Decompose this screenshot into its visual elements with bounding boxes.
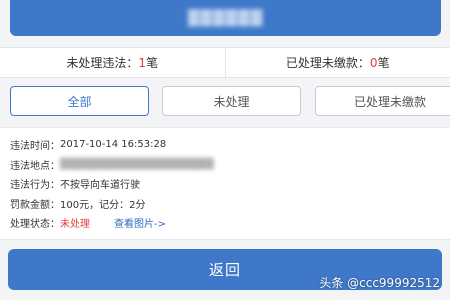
filter-tabs: 全部 未处理 已处理未缴款 (0, 86, 450, 116)
watermark: 头条 @ccc99992512 (319, 276, 440, 290)
summary-unhandled-label: 未处理违法： (66, 56, 139, 70)
record-status-value: 未处理 (60, 219, 90, 231)
record-action-row: 违法行为： 不按导向车道行驶 (10, 174, 450, 194)
violation-query-page: ▓▓▓▓▓▓ 未处理违法： 1 笔 已处理未缴款： 0 笔 全部 未处理 已处理… (0, 0, 450, 300)
top-action-label-blurred: ▓▓▓▓▓▓ (187, 9, 264, 27)
summary-paid: 已处理未缴款： 0 笔 (224, 48, 450, 77)
record-status-label: 处理状态： (10, 219, 60, 231)
record-action-label: 违法行为： (10, 180, 60, 192)
violation-summary: 未处理违法： 1 笔 已处理未缴款： 0 笔 (0, 47, 450, 78)
record-time-row: 违法时间： 2017-10-14 16:53:28 (10, 135, 450, 155)
record-place-value-blurred: ▒▒▒▒▒▒▒▒▒▒▒▒▒▒▒▒▒▒▒▒ (60, 158, 214, 170)
violation-record-card[interactable]: 违法时间： 2017-10-14 16:53:28 违法地点： ▒▒▒▒▒▒▒▒… (0, 127, 450, 240)
record-fine-row: 罚款金额： 100元，记分：2分 (10, 194, 450, 214)
record-status-row: 处理状态： 未处理 查看图片-> (10, 213, 450, 233)
summary-unhandled: 未处理违法： 1 笔 (0, 48, 225, 77)
record-fine-value: 100元，记分：2分 (60, 199, 146, 211)
record-time-label: 违法时间： (10, 141, 60, 153)
tab-unhandled[interactable]: 未处理 (162, 86, 301, 116)
view-image-link[interactable]: 查看图片-> (114, 215, 166, 230)
summary-unhandled-count: 1 (138, 55, 147, 70)
record-fine-label: 罚款金额： (10, 199, 60, 211)
summary-paid-count: 0 (369, 55, 378, 70)
record-place-row: 违法地点： ▒▒▒▒▒▒▒▒▒▒▒▒▒▒▒▒▒▒▒▒ (10, 155, 450, 175)
summary-unhandled-unit: 笔 (146, 56, 159, 70)
record-action-value: 不按导向车道行驶 (60, 180, 140, 192)
tab-all[interactable]: 全部 (10, 86, 149, 116)
record-place-label: 违法地点： (10, 160, 60, 172)
summary-paid-unit: 笔 (377, 56, 390, 70)
summary-paid-label: 已处理未缴款： (285, 56, 370, 70)
record-time-value: 2017-10-14 16:53:28 (60, 139, 167, 151)
tab-handled-unpaid[interactable]: 已处理未缴款 (315, 86, 450, 116)
top-action-button[interactable]: ▓▓▓▓▓▓ (10, 0, 441, 36)
